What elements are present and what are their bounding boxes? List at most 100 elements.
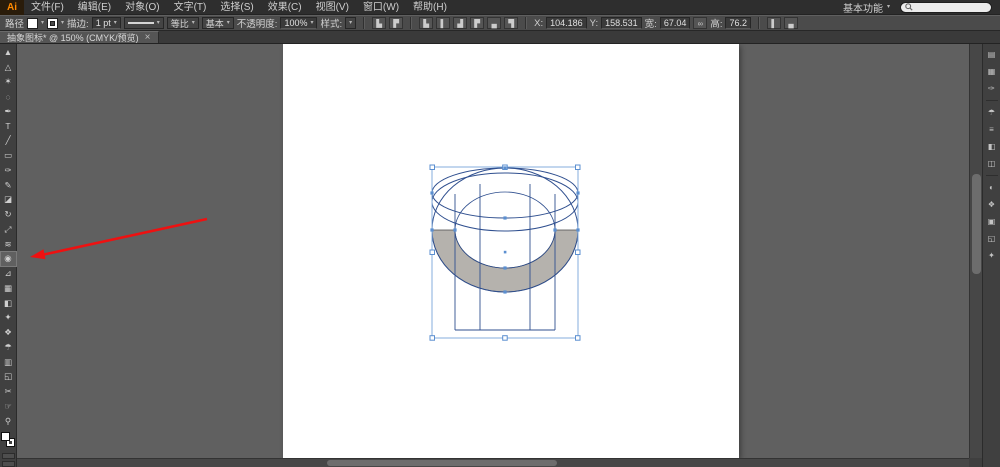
scale-tool[interactable]: ⤢ [1,222,16,237]
vertical-scroll-thumb[interactable] [972,174,981,274]
search-input[interactable] [916,2,986,12]
stroke-color-swatch[interactable] [47,18,58,29]
pencil-tool[interactable]: ✎ [1,178,16,193]
links-panel-icon[interactable]: ✦ [985,249,999,262]
handle-bottom-right[interactable] [576,336,581,341]
handle-top-left[interactable] [430,165,435,170]
paintbrush-tool[interactable]: ✑ [1,163,16,178]
lasso-tool[interactable]: ◌ [1,89,16,104]
handle-mid-right[interactable] [576,250,581,255]
fill-color-swatch[interactable] [27,18,38,29]
fill-swatch[interactable] [1,432,10,441]
isolate-icon[interactable]: ▄ [784,17,798,29]
gradient-panel-icon[interactable]: ◧ [985,140,999,153]
gradient-tool[interactable]: ◧ [1,296,16,311]
align-left-icon[interactable]: ▙ [419,17,433,29]
line-segment-tool[interactable]: ╱ [1,134,16,149]
workspace-switcher[interactable]: 基本功能 ▾ [843,0,890,15]
eraser-tool[interactable]: ◪ [1,193,16,208]
screen-mode-button[interactable] [2,461,15,467]
menu-select[interactable]: 选择(S) [213,0,260,15]
symbol-sprayer-tool[interactable]: ☂ [1,340,16,355]
second-ellipse-path[interactable] [432,173,578,231]
align-right-icon[interactable]: ▟ [453,17,467,29]
stroke-caret-icon[interactable]: ▾ [61,20,64,26]
artboards-panel-icon[interactable]: ◱ [985,232,999,245]
inner-ellipse-path[interactable] [455,192,555,268]
brush-definition-dropdown[interactable]: 基本 ▾ [202,17,234,29]
graphic-styles-panel-icon[interactable]: ❖ [985,198,999,211]
app-logo[interactable]: Ai [0,0,24,15]
x-field[interactable]: 104.186 [546,17,587,29]
menu-file[interactable]: 文件(F) [24,0,71,15]
search-box[interactable] [900,2,992,13]
fill-stroke-swatches[interactable] [1,432,16,452]
selection-tool[interactable]: ▲ [1,45,16,60]
stroke-panel-icon[interactable]: ≡ [985,123,999,136]
document-setup-icon[interactable]: ▙ [372,17,386,29]
stroke-style-dropdown[interactable]: ▾ [124,17,164,29]
blend-tool[interactable]: ❖ [1,325,16,340]
menu-effect[interactable]: 效果(C) [261,0,309,15]
canvas-pasteboard[interactable] [17,44,982,467]
hand-tool[interactable]: ☞ [1,399,16,414]
layers-panel-icon[interactable]: ▣ [985,215,999,228]
document-tab[interactable]: 抽象图标* @ 150% (CMYK/预览) × [0,31,159,43]
artboard-tool[interactable]: ◱ [1,370,16,385]
slice-tool[interactable]: ✂ [1,384,16,399]
artwork-ring-shape[interactable] [283,44,739,458]
vertical-scrollbar[interactable] [969,44,982,458]
color-panel-icon[interactable]: ▤ [985,48,999,61]
rotate-tool[interactable]: ↻ [1,207,16,222]
drawing-mode-button[interactable] [2,453,15,459]
handle-top-right[interactable] [576,165,581,170]
horizontal-scroll-thumb[interactable] [327,460,557,466]
align-v-center-icon[interactable]: ▄ [487,17,501,29]
symbols-panel-icon[interactable]: ☂ [985,106,999,119]
preferences-icon[interactable]: ▛ [389,17,403,29]
transparency-panel-icon[interactable]: ◫ [985,157,999,170]
type-tool[interactable]: T [1,119,16,134]
transform-panel-icon[interactable]: ▌ [767,17,781,29]
fill-caret-icon[interactable]: ▾ [41,20,44,26]
artboard[interactable] [283,44,739,458]
column-graph-tool[interactable]: ▥ [1,355,16,370]
zoom-tool[interactable]: ⚲ [1,414,16,429]
align-bottom-icon[interactable]: ▜ [504,17,518,29]
opacity-field[interactable]: 100% ▾ [280,17,317,29]
stroke-weight-field[interactable]: 1 pt ▾ [92,17,121,29]
eyedropper-tool[interactable]: ✦ [1,311,16,326]
link-dimensions-icon[interactable]: ∞ [693,17,707,29]
menu-help[interactable]: 帮助(H) [406,0,454,15]
width-profile-dropdown[interactable]: 等比 ▾ [167,17,199,29]
handle-bottom-left[interactable] [430,336,435,341]
top-ellipse-path[interactable] [432,168,578,218]
opacity-caret-icon[interactable]: ▾ [310,20,313,26]
menu-edit[interactable]: 编辑(E) [71,0,118,15]
style-dropdown[interactable]: ▾ [345,17,356,29]
perspective-grid-tool[interactable]: ⊿ [1,266,16,281]
pen-tool[interactable]: ✒ [1,104,16,119]
shape-builder-tool[interactable]: ◉ [1,252,16,267]
rectangle-tool[interactable]: ▭ [1,148,16,163]
y-field[interactable]: 158.531 [601,17,642,29]
swatches-panel-icon[interactable]: ▦ [985,65,999,78]
brushes-panel-icon[interactable]: ✑ [985,82,999,95]
width-field[interactable]: 67.04 [660,17,691,29]
appearance-panel-icon[interactable]: ◐ [985,181,999,194]
menu-window[interactable]: 窗口(W) [356,0,406,15]
ring-band-shape[interactable] [432,230,578,292]
direct-selection-tool[interactable]: △ [1,60,16,75]
handle-bottom-center[interactable] [503,336,508,341]
horizontal-scrollbar[interactable] [17,458,969,467]
align-h-center-icon[interactable]: ▌ [436,17,450,29]
align-top-icon[interactable]: ▛ [470,17,484,29]
height-field[interactable]: 76.2 [725,17,751,29]
handle-mid-left[interactable] [430,250,435,255]
width-tool[interactable]: ≋ [1,237,16,252]
menu-object[interactable]: 对象(O) [118,0,166,15]
stroke-weight-caret-icon[interactable]: ▾ [114,20,117,26]
menu-view[interactable]: 视图(V) [309,0,356,15]
magic-wand-tool[interactable]: ✶ [1,75,16,90]
menu-type[interactable]: 文字(T) [167,0,214,15]
